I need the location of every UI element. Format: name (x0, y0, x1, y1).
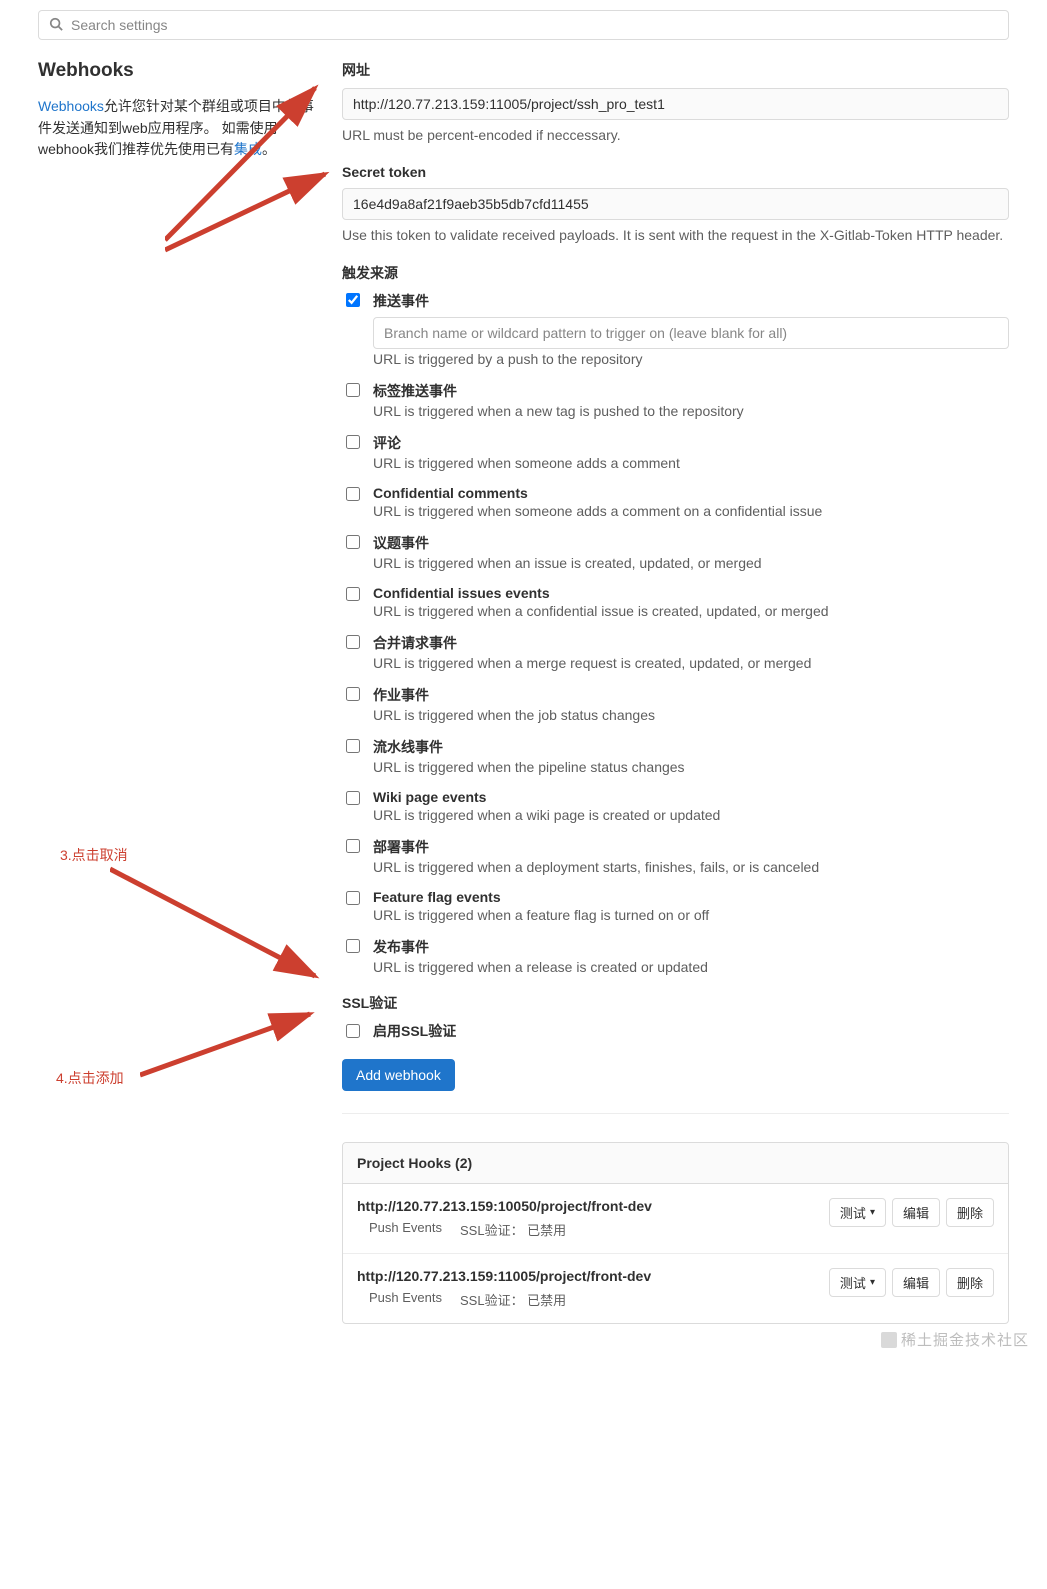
trigger-checkbox[interactable] (346, 839, 360, 853)
integrations-link[interactable]: 集成 (234, 141, 262, 157)
hook-edit-button[interactable]: 编辑 (892, 1268, 940, 1297)
project-hooks-panel: Project Hooks (2) http://120.77.213.159:… (342, 1142, 1009, 1324)
watermark: 稀土掘金技术社区 (881, 1329, 1029, 1350)
trigger-item: 合并请求事件 URL is triggered when a merge requ… (342, 633, 1009, 671)
branch-pattern-input[interactable] (373, 317, 1009, 349)
trigger-title: 流水线事件 (373, 737, 1009, 757)
trigger-title: 评论 (373, 433, 1009, 453)
trigger-checkbox[interactable] (346, 383, 360, 397)
url-input[interactable] (342, 88, 1009, 120)
page-title: Webhooks (38, 60, 318, 82)
hook-meta: Push Events SSL验证： 已禁用 (357, 1220, 652, 1239)
trigger-checkbox[interactable] (346, 535, 360, 549)
trigger-help: URL is triggered when the job status cha… (373, 707, 1009, 723)
trigger-item: Confidential comments URL is triggered wh… (342, 485, 1009, 519)
trigger-help: URL is triggered when a confidential iss… (373, 603, 1009, 619)
chevron-down-icon: ▾ (870, 1207, 875, 1218)
search-settings[interactable] (38, 10, 1009, 40)
chevron-down-icon: ▾ (870, 1277, 875, 1288)
token-input[interactable] (342, 188, 1009, 220)
trigger-checkbox[interactable] (346, 687, 360, 701)
trigger-checkbox[interactable] (346, 435, 360, 449)
trigger-help: URL is triggered by a push to the reposi… (373, 351, 1009, 367)
trigger-checkbox[interactable] (346, 791, 360, 805)
trigger-item: 标签推送事件 URL is triggered when a new tag is… (342, 381, 1009, 419)
hook-test-button[interactable]: 测试 ▾ (829, 1198, 886, 1227)
webhooks-link[interactable]: Webhooks (38, 98, 104, 114)
search-input[interactable] (69, 16, 998, 34)
trigger-help: URL is triggered when someone adds a com… (373, 455, 1009, 471)
trigger-help: URL is triggered when a deployment start… (373, 859, 1009, 875)
trigger-checkbox[interactable] (346, 635, 360, 649)
trigger-title: 合并请求事件 (373, 633, 1009, 653)
ssl-label: SSL验证 (342, 993, 1009, 1013)
hook-events: Push Events (369, 1290, 442, 1309)
hook-ssl-status: SSL验证： 已禁用 (460, 1220, 566, 1239)
trigger-title: 作业事件 (373, 685, 1009, 705)
trigger-title: 发布事件 (373, 937, 1009, 957)
url-label: 网址 (342, 60, 1009, 80)
trigger-title: 议题事件 (373, 533, 1009, 553)
watermark-logo-icon (881, 1332, 897, 1348)
hook-url: http://120.77.213.159:10050/project/fron… (357, 1198, 652, 1214)
trigger-help: URL is triggered when an issue is create… (373, 555, 1009, 571)
hook-url: http://120.77.213.159:11005/project/fron… (357, 1268, 651, 1284)
trigger-item: 部署事件 URL is triggered when a deployment s… (342, 837, 1009, 875)
hook-test-button[interactable]: 测试 ▾ (829, 1268, 886, 1297)
trigger-title: 推送事件 (373, 291, 1009, 311)
token-label: Secret token (342, 164, 1009, 180)
hook-row: http://120.77.213.159:10050/project/fron… (343, 1184, 1008, 1254)
trigger-checkbox[interactable] (346, 891, 360, 905)
hook-events: Push Events (369, 1220, 442, 1239)
trigger-item: 议题事件 URL is triggered when an issue is cr… (342, 533, 1009, 571)
hook-meta: Push Events SSL验证： 已禁用 (357, 1290, 651, 1309)
ssl-checkbox[interactable] (346, 1024, 360, 1038)
trigger-item: Feature flag events URL is triggered when… (342, 889, 1009, 923)
project-hooks-header: Project Hooks (2) (343, 1143, 1008, 1184)
trigger-title: 标签推送事件 (373, 381, 1009, 401)
trigger-help: URL is triggered when a new tag is pushe… (373, 403, 1009, 419)
page-description: Webhooks允许您针对某个群组或项目中的事件发送通知到web应用程序。 如需… (38, 96, 318, 161)
trigger-title: Wiki page events (373, 789, 1009, 805)
trigger-title: Confidential comments (373, 485, 1009, 501)
trigger-checkbox[interactable] (346, 587, 360, 601)
trigger-help: URL is triggered when the pipeline statu… (373, 759, 1009, 775)
trigger-item: Wiki page events URL is triggered when a … (342, 789, 1009, 823)
hook-ssl-status: SSL验证： 已禁用 (460, 1290, 566, 1309)
trigger-label: 触发来源 (342, 263, 1009, 283)
trigger-checkbox[interactable] (346, 739, 360, 753)
trigger-item: 发布事件 URL is triggered when a release is c… (342, 937, 1009, 975)
ssl-checkbox-label: 启用SSL验证 (373, 1021, 456, 1041)
trigger-item: 推送事件 URL is triggered by a push to the re… (342, 291, 1009, 367)
trigger-help: URL is triggered when a feature flag is … (373, 907, 1009, 923)
trigger-checkbox[interactable] (346, 939, 360, 953)
hook-delete-button[interactable]: 删除 (946, 1268, 994, 1297)
trigger-help: URL is triggered when someone adds a com… (373, 503, 1009, 519)
trigger-title: Feature flag events (373, 889, 1009, 905)
trigger-help: URL is triggered when a wiki page is cre… (373, 807, 1009, 823)
token-help: Use this token to validate received payl… (342, 226, 1009, 246)
url-help: URL must be percent-encoded if neccessar… (342, 126, 1009, 146)
hook-row: http://120.77.213.159:11005/project/fron… (343, 1254, 1008, 1323)
trigger-item: 流水线事件 URL is triggered when the pipeline … (342, 737, 1009, 775)
search-icon (49, 17, 63, 34)
add-webhook-button[interactable]: Add webhook (342, 1059, 455, 1091)
trigger-checkbox[interactable] (346, 487, 360, 501)
trigger-title: 部署事件 (373, 837, 1009, 857)
trigger-title: Confidential issues events (373, 585, 1009, 601)
hook-delete-button[interactable]: 删除 (946, 1198, 994, 1227)
divider (342, 1113, 1009, 1114)
trigger-item: 评论 URL is triggered when someone adds a c… (342, 433, 1009, 471)
hook-edit-button[interactable]: 编辑 (892, 1198, 940, 1227)
trigger-item: Confidential issues events URL is trigger… (342, 585, 1009, 619)
trigger-help: URL is triggered when a release is creat… (373, 959, 1009, 975)
trigger-item: 作业事件 URL is triggered when the job status… (342, 685, 1009, 723)
trigger-help: URL is triggered when a merge request is… (373, 655, 1009, 671)
trigger-checkbox[interactable] (346, 293, 360, 307)
